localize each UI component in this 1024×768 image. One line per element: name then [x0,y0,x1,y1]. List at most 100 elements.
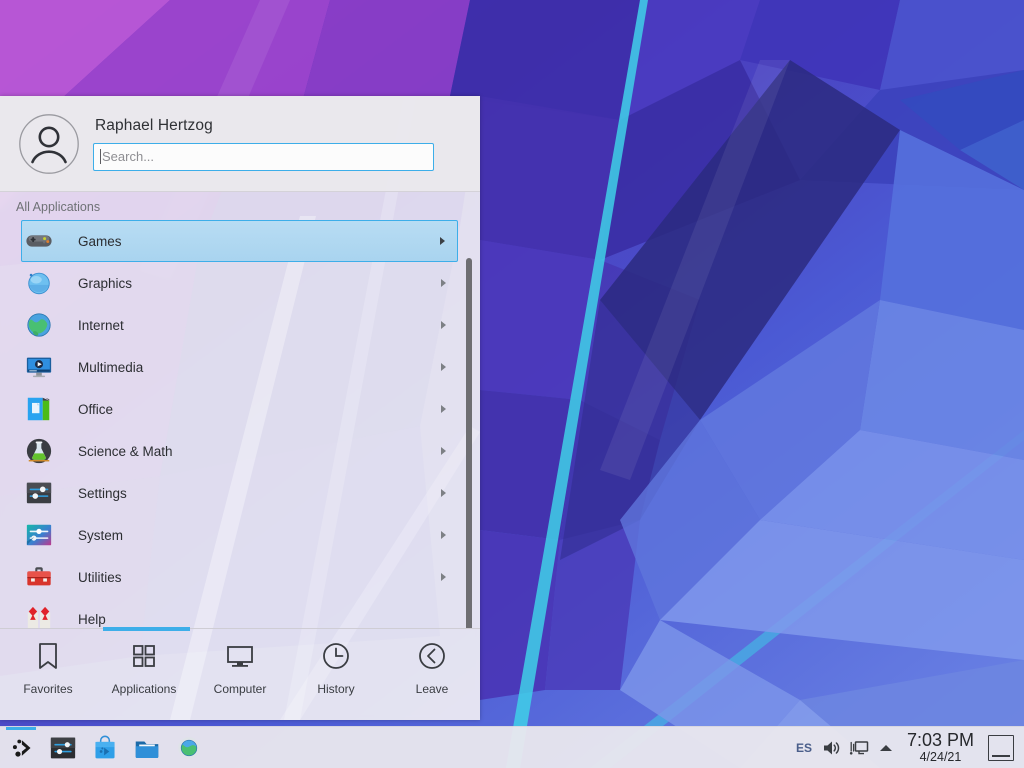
software-center-launcher[interactable] [84,727,126,768]
tab-applications[interactable]: Applications [96,641,192,696]
launcher-header: Raphael Hertzog Search... [0,96,480,192]
kde-menu-icon [8,735,34,761]
tab-leave[interactable]: Leave [384,641,480,696]
app-category-label: System [78,528,441,543]
app-category-label: Utilities [78,570,441,585]
app-category-item-science-math[interactable]: Science & Math [22,430,458,472]
web-browser-launcher[interactable] [168,727,210,768]
app-category-item-graphics[interactable]: Graphics [22,262,458,304]
document-icon [24,394,54,424]
shopping-bag-icon [92,735,118,761]
toolbox-icon [25,563,53,591]
grid-icon [129,641,159,671]
system-icon [25,521,53,549]
text-caret [100,149,101,164]
desktop: Raphael Hertzog Search... All Applicatio… [0,0,1024,768]
scrollbar-thumb[interactable] [466,258,472,628]
sliders-icon [25,479,53,507]
volume-tray-button[interactable] [817,727,845,768]
clock-icon [321,641,351,671]
tab-label: Favorites [23,682,72,696]
submenu-arrow-icon [441,489,446,497]
search-input[interactable]: Search... [93,143,434,171]
tray-expand-button[interactable] [873,727,899,768]
app-category-item-multimedia[interactable]: Multimedia [22,346,458,388]
launcher-tab-bar: Favorites Applications Computer History … [0,628,480,720]
globe-browser-icon [176,735,202,761]
submenu-arrow-icon [441,573,446,581]
globe-icon [25,311,53,339]
submenu-arrow-icon [441,447,446,455]
flask-icon [25,437,53,465]
application-launcher-menu: Raphael Hertzog Search... All Applicatio… [0,96,480,720]
tab-favorites[interactable]: Favorites [0,641,96,696]
toolbox-icon [24,562,54,592]
system-tray: ES [791,727,1024,768]
system-icon [24,520,54,550]
clock-icon [321,641,351,671]
network-tray-button[interactable] [845,727,873,768]
gamepad-icon [25,227,53,255]
system-settings-launcher[interactable] [42,727,84,768]
user-avatar-icon[interactable] [18,113,80,175]
tab-computer[interactable]: Computer [192,641,288,696]
user-name: Raphael Hertzog [95,117,462,135]
breadcrumb[interactable]: All Applications [0,192,480,220]
digital-clock[interactable]: 7:03 PM 4/24/21 [899,727,982,768]
app-category-label: Graphics [78,276,441,291]
scrollbar[interactable] [466,258,472,628]
app-category-label: Internet [78,318,441,333]
monitor-icon [225,641,255,671]
app-category-label: Office [78,402,441,417]
folder-icon [134,735,160,761]
submenu-arrow-icon [441,279,446,287]
gamepad-icon [24,226,54,256]
app-category-label: Science & Math [78,444,441,459]
taskbar-panel: ES [0,726,1024,768]
app-category-item-help[interactable]: Help [22,598,458,628]
show-desktop-button[interactable] [988,735,1014,761]
tab-label: Leave [416,682,449,696]
app-category-label: Help [78,612,458,627]
chevron-up-icon [878,742,894,754]
leave-back-icon [417,641,447,671]
submenu-arrow-icon [440,237,445,245]
app-category-item-settings[interactable]: Settings [22,472,458,514]
tab-label: History [317,682,354,696]
keyboard-layout-indicator[interactable]: ES [791,727,817,768]
monitor-play-icon [25,353,53,381]
app-category-item-games[interactable]: Games [21,220,458,262]
tab-history[interactable]: History [288,641,384,696]
app-category-item-system[interactable]: System [22,514,458,556]
help-book-icon [24,604,54,628]
network-display-icon [849,738,869,758]
app-category-item-office[interactable]: Office [22,388,458,430]
sphere-icon [25,269,53,297]
flask-icon [24,436,54,466]
clock-date: 4/24/21 [920,751,962,764]
monitor-icon [225,641,255,671]
tab-label: Computer [214,682,267,696]
app-category-item-internet[interactable]: Internet [22,304,458,346]
sliders-dark-icon [50,735,76,761]
speaker-icon [821,738,841,758]
active-tab-indicator [103,627,190,631]
submenu-arrow-icon [441,363,446,371]
app-category-item-utilities[interactable]: Utilities [22,556,458,598]
globe-icon [24,310,54,340]
submenu-arrow-icon [441,321,446,329]
sliders-icon [24,478,54,508]
search-placeholder: Search... [102,149,154,164]
active-task-indicator [6,727,36,730]
file-manager-launcher[interactable] [126,727,168,768]
app-category-label: Settings [78,486,441,501]
application-launcher-launcher[interactable] [0,727,42,768]
application-category-list: Games Graphics Internet Multimedia Offic… [0,220,480,628]
keyboard-layout-label: ES [796,741,812,755]
leave-back-icon [417,641,447,671]
grid-icon [129,641,159,671]
help-book-icon [25,605,53,628]
clock-time: 7:03 PM [907,731,974,749]
taskbar-launcher-group [0,727,210,768]
tab-label: Applications [112,682,177,696]
